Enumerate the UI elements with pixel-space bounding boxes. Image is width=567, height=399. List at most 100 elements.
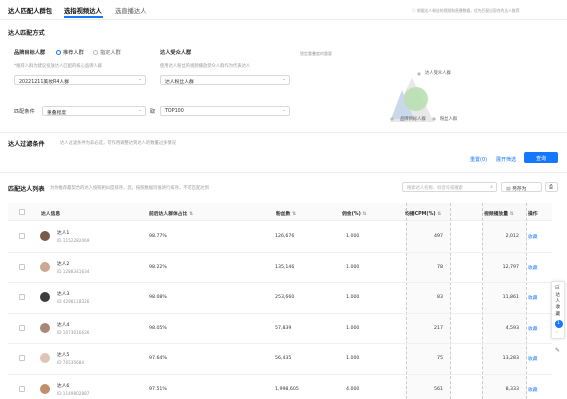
top-n-select[interactable]: TOP100 ⌄ xyxy=(160,106,290,116)
plays-value: 12,797 xyxy=(502,264,519,270)
row-checkbox[interactable] xyxy=(19,355,25,361)
plays-column-highlight xyxy=(482,203,527,399)
table-row-divider xyxy=(8,343,552,344)
influencer-id: ID 1149802887 xyxy=(57,390,90,396)
row-checkbox[interactable] xyxy=(19,324,25,331)
commission-value: 1.000 xyxy=(346,264,360,270)
favorite-link[interactable]: 收藏 xyxy=(528,387,537,393)
row-checkbox[interactable] xyxy=(19,294,25,300)
commission-value: 1.000 xyxy=(346,234,360,239)
tab-live-influencers[interactable]: 选直播达人 xyxy=(115,6,146,15)
list-hint: 为你推荐最契合的达人按照相似度排序，您，按照数据均值进行排序，不可匹配达到 xyxy=(50,186,209,191)
radio-custom[interactable] xyxy=(93,49,98,55)
avatar xyxy=(40,292,50,302)
export-icon: ⎙ xyxy=(549,185,553,191)
influencer-name[interactable]: 达人3 xyxy=(57,291,69,297)
query-button[interactable]: 查询 xyxy=(524,152,558,163)
sort-icon: ⇅ xyxy=(509,212,514,217)
table-row-divider xyxy=(8,251,552,253)
select-all-checkbox[interactable] xyxy=(19,209,25,215)
avatar xyxy=(40,353,50,363)
export-button[interactable]: ⎙ xyxy=(545,182,558,192)
plays-value: 11,861 xyxy=(502,295,519,300)
col-header-commission[interactable]: 佣金(%) ⇅ xyxy=(342,210,367,217)
ratio-value: 98.05% xyxy=(149,325,167,331)
commission-value: 1.000 xyxy=(346,325,360,331)
sort-icon: ⇅ xyxy=(189,212,194,217)
ratio-value: 97.64% xyxy=(149,356,167,361)
notice-text: ⓘ 根据达人粉丝的视频和直播数据，优先匹配出契合的达人推荐 xyxy=(412,8,520,13)
plays-value: 4,593 xyxy=(505,325,519,331)
edit-icon[interactable]: ✎ xyxy=(555,347,560,354)
influencer-audience-select[interactable]: 达人粉丝人群 ⌄ xyxy=(160,75,290,85)
table-row-divider xyxy=(8,282,552,283)
col-header-plays-label: 视频播放量 xyxy=(484,212,508,217)
plays-value: 2,012 xyxy=(505,234,519,239)
influencer-name[interactable]: 达人2 xyxy=(57,261,69,267)
brand-target-label: 品牌目标人群 xyxy=(14,50,46,56)
cpm-value: 561 xyxy=(434,386,443,392)
influencer-id: ID 4298118326 xyxy=(57,299,90,304)
fans-value: 57,839 xyxy=(275,325,292,331)
avatar xyxy=(40,322,50,333)
fans-value: 135,146 xyxy=(275,264,295,270)
table-row-divider xyxy=(8,312,552,314)
chevron-down-icon: ⌄ xyxy=(282,108,286,114)
row-checkbox[interactable] xyxy=(19,263,25,270)
tab-audience-package[interactable]: 达人匹配人群包 xyxy=(8,6,52,15)
favorite-link[interactable]: 收藏 xyxy=(528,326,537,332)
cpm-column-highlight xyxy=(406,203,451,399)
radio-recommend[interactable] xyxy=(56,49,61,55)
favorites-panel[interactable]: ⊟ 达人收藏 1 › xyxy=(551,281,565,339)
sort-icon: ⇅ xyxy=(362,212,367,217)
ratio-value: 98.77% xyxy=(149,234,167,239)
plays-value: 13,283 xyxy=(502,356,519,361)
save-as-button[interactable]: ▤ 另存为 xyxy=(501,182,542,192)
table-row-divider xyxy=(8,373,552,375)
chevron-down-icon: ⌄ xyxy=(282,77,286,83)
section-match-method-title: 达人匹配方式 xyxy=(8,30,45,37)
fans-value: 1,998,605 xyxy=(275,386,299,392)
cpm-value: 497 xyxy=(434,234,443,239)
cpm-value: 78 xyxy=(437,264,443,270)
influencer-name[interactable]: 达人1 xyxy=(57,230,69,236)
diagram-title: 锁定重叠度的重要 xyxy=(300,51,332,56)
reset-button[interactable]: 重置(0) xyxy=(470,156,487,163)
favorite-link[interactable]: 收藏 xyxy=(528,234,537,240)
influencer-id: ID 1288341634 xyxy=(57,268,90,274)
match-condition-label: 匹配条件 xyxy=(14,109,35,115)
match-mode-select-value: 重叠程度 xyxy=(47,110,67,116)
save-as-label: 另存为 xyxy=(512,186,527,192)
row-checkbox[interactable] xyxy=(19,385,25,392)
favorite-link[interactable]: 收藏 xyxy=(528,295,537,301)
favorite-link[interactable]: 收藏 xyxy=(528,356,537,362)
col-header-fans[interactable]: 粉丝数 ⇅ xyxy=(276,210,296,217)
influencer-name[interactable]: 达人6 xyxy=(57,383,69,389)
radio-recommend-label: 推荐人群 xyxy=(63,50,84,56)
active-tab-indicator xyxy=(64,16,103,18)
col-header-cpm[interactable]: 均播CPM(%) ⇅ xyxy=(405,210,441,217)
col-header-plays[interactable]: 视频播放量 ⇅ xyxy=(484,210,514,217)
ratio-value: 98.22% xyxy=(149,264,167,270)
tabs-divider xyxy=(0,19,567,20)
col-header-ratio[interactable]: 前后达人群体占比 ⇅ xyxy=(149,210,193,217)
venn-node-bottom xyxy=(390,117,394,121)
brand-audience-select[interactable]: 20221211美妆R4人群 ⌄ xyxy=(14,75,146,85)
avatar xyxy=(40,231,50,241)
section1-divider xyxy=(0,132,567,133)
match-mode-select[interactable]: 重叠程度 ⌄ xyxy=(42,106,146,116)
cpm-value: 83 xyxy=(437,295,443,300)
favorite-link[interactable]: 收藏 xyxy=(528,265,537,271)
venn-node-right xyxy=(432,117,436,121)
tab-video-influencers[interactable]: 选指视频达人 xyxy=(64,6,102,15)
venn-label-right: 粉丝人群 xyxy=(440,117,458,122)
search-input[interactable]: 搜索达人名称、抖音号或搜索 ⌕ xyxy=(402,182,497,192)
row-checkbox[interactable] xyxy=(19,233,25,239)
col-header-cpm-label: 均播CPM(%) xyxy=(405,212,436,217)
influencer-name[interactable]: 达人4 xyxy=(57,322,69,328)
ratio-value: 97.51% xyxy=(149,386,167,392)
section2-divider xyxy=(0,172,567,173)
favorites-count-badge: 1 xyxy=(554,320,563,328)
influencer-name[interactable]: 达人5 xyxy=(57,352,69,358)
expand-filters-button[interactable]: 展开筛选 xyxy=(496,156,516,163)
